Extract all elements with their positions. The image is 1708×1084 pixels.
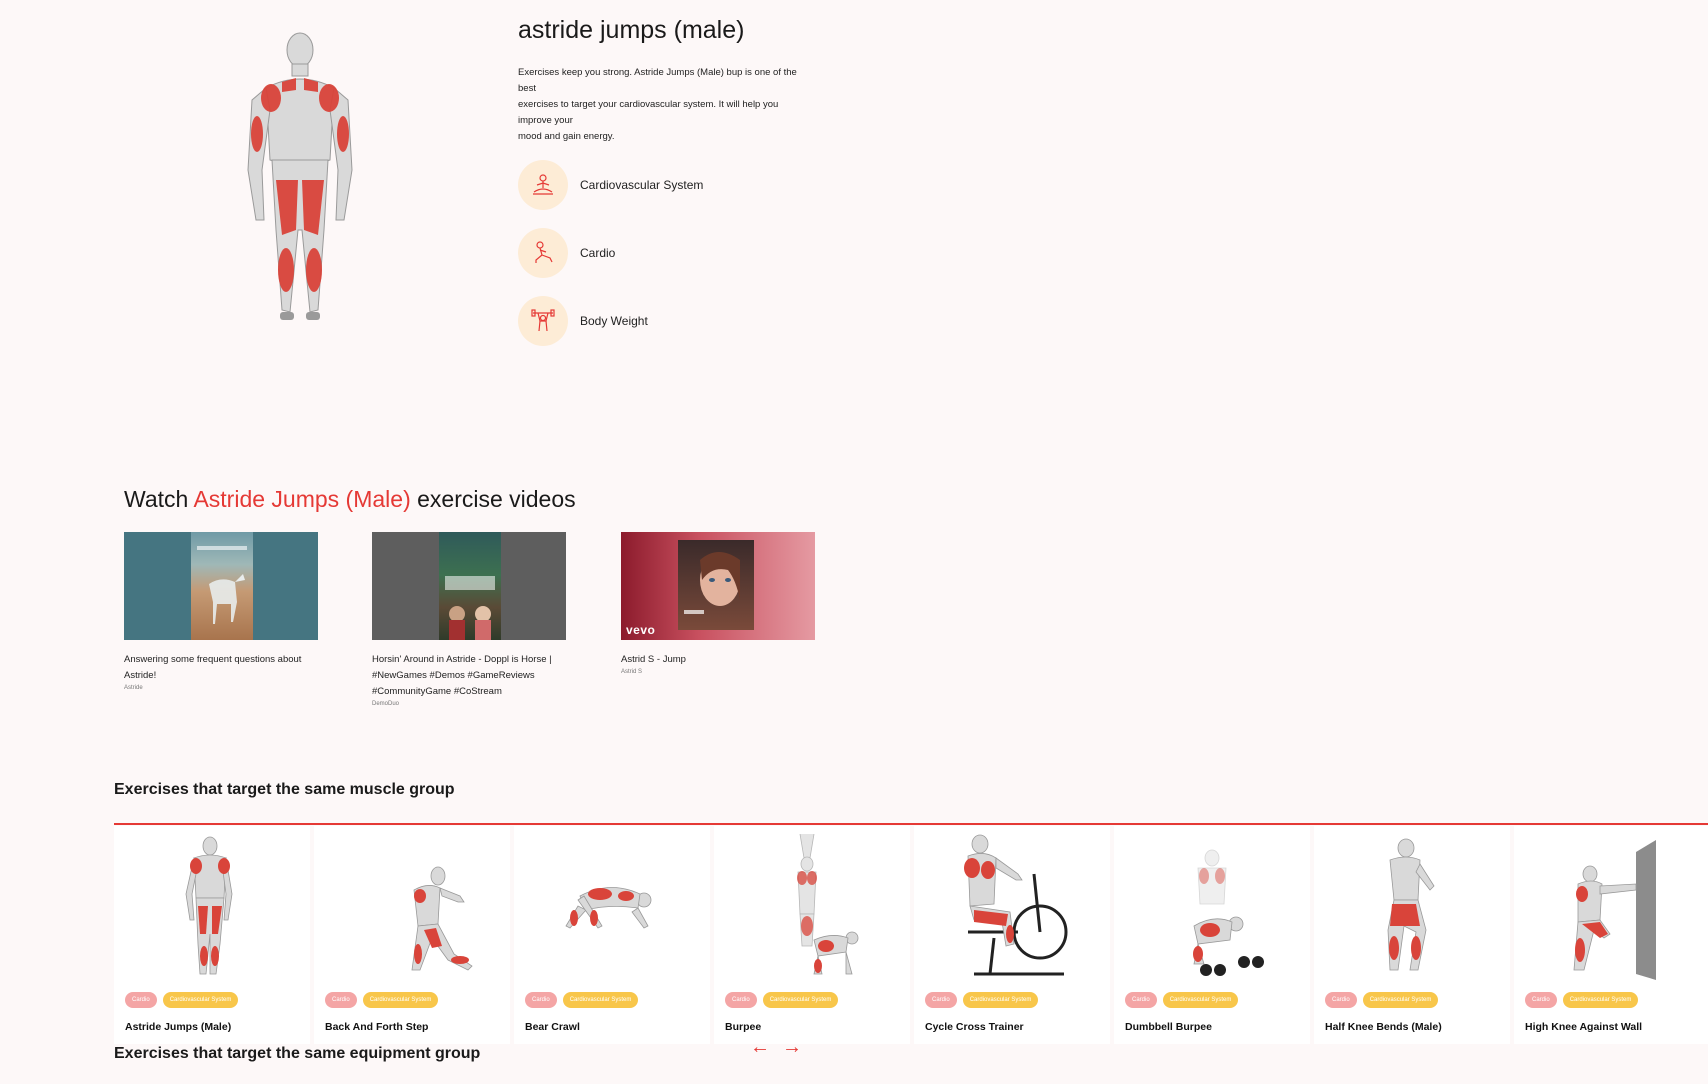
tag-cardio[interactable]: Cardio (325, 992, 357, 1008)
tag-cardio[interactable]: Cardio (925, 992, 957, 1008)
video-title[interactable]: Answering some frequent questions about … (124, 652, 318, 684)
exercise-card-image (314, 834, 510, 992)
exercise-card-image (714, 833, 910, 992)
video-title-line: Astride! (124, 670, 157, 681)
exercise-info: astride jumps (male) Exercises keep you … (518, 16, 838, 363)
video-card[interactable]: Answering some frequent questions about … (124, 532, 318, 691)
exercise-card-image (1314, 834, 1510, 992)
meditation-icon (518, 160, 568, 210)
video-card[interactable]: vevo Astrid S - Jump Astrid S (621, 532, 815, 675)
attribute-label: Body Weight (580, 314, 648, 328)
carousel-controls: ← → (750, 1036, 802, 1059)
exercise-tags: Cardio Cardiovascular System (325, 992, 439, 1008)
exercise-tags: Cardio Cardiovascular System (125, 992, 239, 1008)
tag-cardio[interactable]: Cardio (1325, 992, 1357, 1008)
video-title-line: Astrid S - Jump (621, 654, 686, 665)
description-line: best (518, 83, 536, 94)
description-line: exercises to target your cardiovascular … (518, 99, 779, 110)
video-thumbnail[interactable] (124, 532, 318, 640)
video-title-line: Answering some frequent questions about (124, 654, 302, 665)
description-line: Exercises keep you strong. Astride Jumps… (518, 67, 797, 78)
tag-cardiovascular-system[interactable]: Cardiovascular System (562, 992, 639, 1008)
dumbbell-lift-icon (518, 296, 568, 346)
attribute-label: Cardiovascular System (580, 178, 704, 192)
exercise-card-image (914, 834, 1110, 992)
video-title[interactable]: Horsin' Around in Astride - Doppl is Hor… (372, 652, 566, 700)
videos-section-title: Watch Astride Jumps (Male) exercise vide… (124, 486, 576, 513)
exercise-card-name[interactable]: Half Knee Bends (Male) (1325, 1021, 1442, 1033)
tag-cardiovascular-system[interactable]: Cardiovascular System (762, 992, 839, 1008)
tag-cardio[interactable]: Cardio (1525, 992, 1557, 1008)
tag-cardio[interactable]: Cardio (1125, 992, 1157, 1008)
exercise-card[interactable]: Cardio Cardiovascular System Burpee (714, 826, 910, 1044)
tag-cardiovascular-system[interactable]: Cardiovascular System (1362, 992, 1439, 1008)
related-section-title: Exercises that target the same muscle gr… (114, 781, 455, 798)
arrow-left-icon[interactable]: ← (750, 1036, 770, 1059)
tag-cardio[interactable]: Cardio (125, 992, 157, 1008)
exercise-card[interactable]: Cardio Cardiovascular System Back And Fo… (314, 826, 510, 1044)
tag-cardiovascular-system[interactable]: Cardiovascular System (362, 992, 439, 1008)
exercise-card-name[interactable]: Astride Jumps (Male) (125, 1021, 231, 1033)
tag-cardio[interactable]: Cardio (725, 992, 757, 1008)
description-line: improve your (518, 115, 573, 126)
exercise-card[interactable]: Cardio Cardiovascular System Half Knee B… (1314, 826, 1510, 1044)
exercise-card[interactable]: Cardio Cardiovascular System Cycle Cross… (914, 826, 1110, 1044)
exercise-card-name[interactable]: Bear Crawl (525, 1021, 580, 1033)
tag-cardiovascular-system[interactable]: Cardiovascular System (1562, 992, 1639, 1008)
vevo-logo: vevo (626, 623, 656, 637)
video-title-line: Horsin' Around in Astride - Doppl is Hor… (372, 654, 552, 665)
attribute-label: Cardio (580, 246, 616, 260)
exercise-tags: Cardio Cardiovascular System (525, 992, 639, 1008)
video-thumbnail[interactable]: vevo (621, 532, 815, 640)
exercise-card-name[interactable]: High Knee Against Wall (1525, 1021, 1642, 1033)
video-channel: Astride (124, 685, 143, 691)
tag-cardiovascular-system[interactable]: Cardiovascular System (1162, 992, 1239, 1008)
section-divider (114, 823, 1708, 825)
exercise-tags: Cardio Cardiovascular System (925, 992, 1039, 1008)
tag-cardiovascular-system[interactable]: Cardiovascular System (962, 992, 1039, 1008)
attribute-cardiovascular-system[interactable]: Cardiovascular System (518, 159, 838, 211)
exercise-tags: Cardio Cardiovascular System (1325, 992, 1439, 1008)
exercise-card-name[interactable]: Back And Forth Step (325, 1021, 428, 1033)
video-thumbnail[interactable] (372, 532, 566, 640)
exercise-card-image (1514, 834, 1708, 992)
video-title-line: #CommunityGame #CoStream (372, 686, 502, 697)
exercise-title: astride jumps (male) (518, 16, 745, 44)
exercise-card-image (114, 834, 310, 992)
attribute-body-weight[interactable]: Body Weight (518, 295, 838, 347)
exercise-tags: Cardio Cardiovascular System (1525, 992, 1639, 1008)
video-channel: DemoDuo (372, 701, 400, 707)
arrow-right-icon[interactable]: → (782, 1036, 802, 1059)
exercise-page: astride jumps (male) Exercises keep you … (0, 0, 1708, 1084)
video-card[interactable]: Horsin' Around in Astride - Doppl is Hor… (372, 532, 566, 707)
description-line: mood and gain energy. (518, 131, 615, 142)
exercise-tags: Cardio Cardiovascular System (725, 992, 839, 1008)
exercise-card-name[interactable]: Dumbbell Burpee (1125, 1021, 1212, 1033)
related-exercises-carousel: Cardio Cardiovascular System Astride Jum… (114, 826, 1708, 1044)
exercise-card[interactable]: Cardio Cardiovascular System Dumbbell Bu… (1114, 826, 1310, 1044)
exercise-tags: Cardio Cardiovascular System (1125, 992, 1239, 1008)
tag-cardio[interactable]: Cardio (525, 992, 557, 1008)
exercise-card-image (514, 834, 710, 992)
video-title-line: #NewGames #Demos #GameReviews (372, 670, 535, 681)
exercise-card-name[interactable]: Cycle Cross Trainer (925, 1021, 1024, 1033)
exercise-card-image (1114, 834, 1310, 992)
video-title[interactable]: Astrid S - Jump (621, 652, 815, 668)
exercise-description: Exercises keep you strong. Astride Jumps… (518, 65, 838, 145)
exercise-card[interactable]: Cardio Cardiovascular System Bear Crawl (514, 826, 710, 1044)
exercise-card[interactable]: Cardio Cardiovascular System High Knee A… (1514, 826, 1708, 1044)
hero-exercise-image (238, 30, 378, 350)
tag-cardiovascular-system[interactable]: Cardiovascular System (162, 992, 239, 1008)
equipment-section-title: Exercises that target the same equipment… (114, 1045, 481, 1062)
lunge-stretch-icon (518, 228, 568, 278)
videos-title-prefix: Watch (124, 486, 194, 512)
attribute-cardio[interactable]: Cardio (518, 227, 838, 279)
video-channel: Astrid S (621, 669, 643, 675)
exercise-card-name[interactable]: Burpee (725, 1021, 761, 1033)
exercise-card[interactable]: Cardio Cardiovascular System Astride Jum… (114, 826, 310, 1044)
videos-title-accent: Astride Jumps (Male) (193, 486, 411, 512)
videos-title-suffix: exercise videos (410, 486, 576, 512)
